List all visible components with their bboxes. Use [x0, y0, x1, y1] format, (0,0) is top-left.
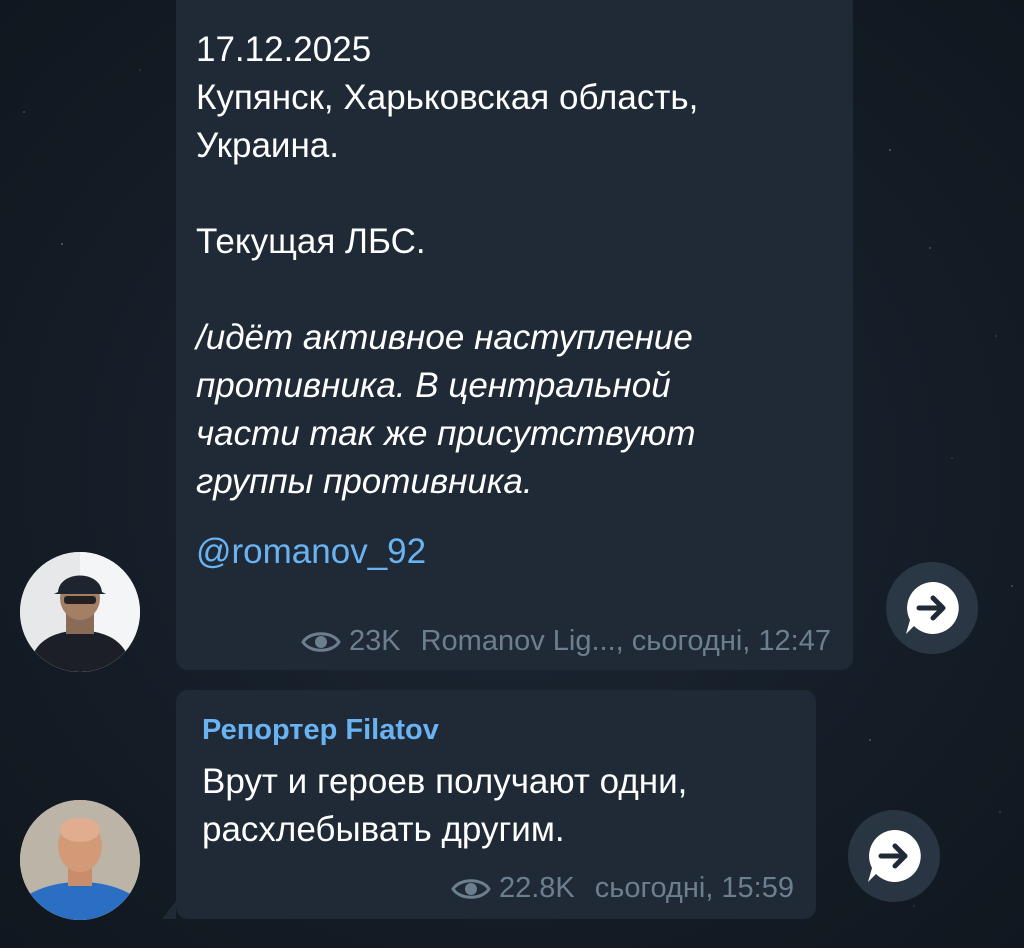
- message-meta: 22.8K сьогодні, 15:59: [451, 872, 794, 905]
- sender-name[interactable]: Репортер Filatov: [202, 710, 794, 750]
- message-italic-text: /идёт активное наступление противника. В…: [196, 318, 696, 501]
- post-author: Romanov Lig...: [420, 625, 616, 657]
- views-count: 23K: [348, 625, 401, 657]
- eye-icon: [301, 631, 341, 652]
- forward-arrow-icon: [868, 829, 921, 882]
- forward-button[interactable]: [848, 810, 940, 902]
- message-text: Врут и героев получают одни, расхлебыват…: [202, 762, 688, 849]
- message-meta: 23K Romanov Lig... , сьогодні, 12:47: [301, 625, 831, 658]
- user-photo-icon: [20, 552, 140, 672]
- message-bubble-2[interactable]: Репортер Filatov Врут и героев получают …: [162, 690, 816, 919]
- message-bubble-1[interactable]: 17.12.2025 Купянск, Харьковская область,…: [176, 0, 853, 670]
- views-count: 22.8K: [498, 872, 575, 904]
- avatar[interactable]: [20, 800, 140, 920]
- user-photo-icon: [20, 800, 140, 920]
- message-time: сьогодні, 15:59: [594, 872, 794, 904]
- forward-button[interactable]: [886, 562, 978, 654]
- message-date-line: 17.12.2025: [196, 30, 372, 69]
- avatar[interactable]: [20, 552, 140, 672]
- message-time: , сьогодні, 12:47: [615, 625, 831, 657]
- channel-mention-link[interactable]: @romanov_92: [196, 528, 831, 576]
- forward-arrow-icon: [906, 581, 959, 634]
- message-location-line: Купянск, Харьковская область, Украина.: [196, 78, 699, 165]
- eye-icon: [451, 878, 491, 899]
- message-status-line: Текущая ЛБС.: [196, 222, 426, 261]
